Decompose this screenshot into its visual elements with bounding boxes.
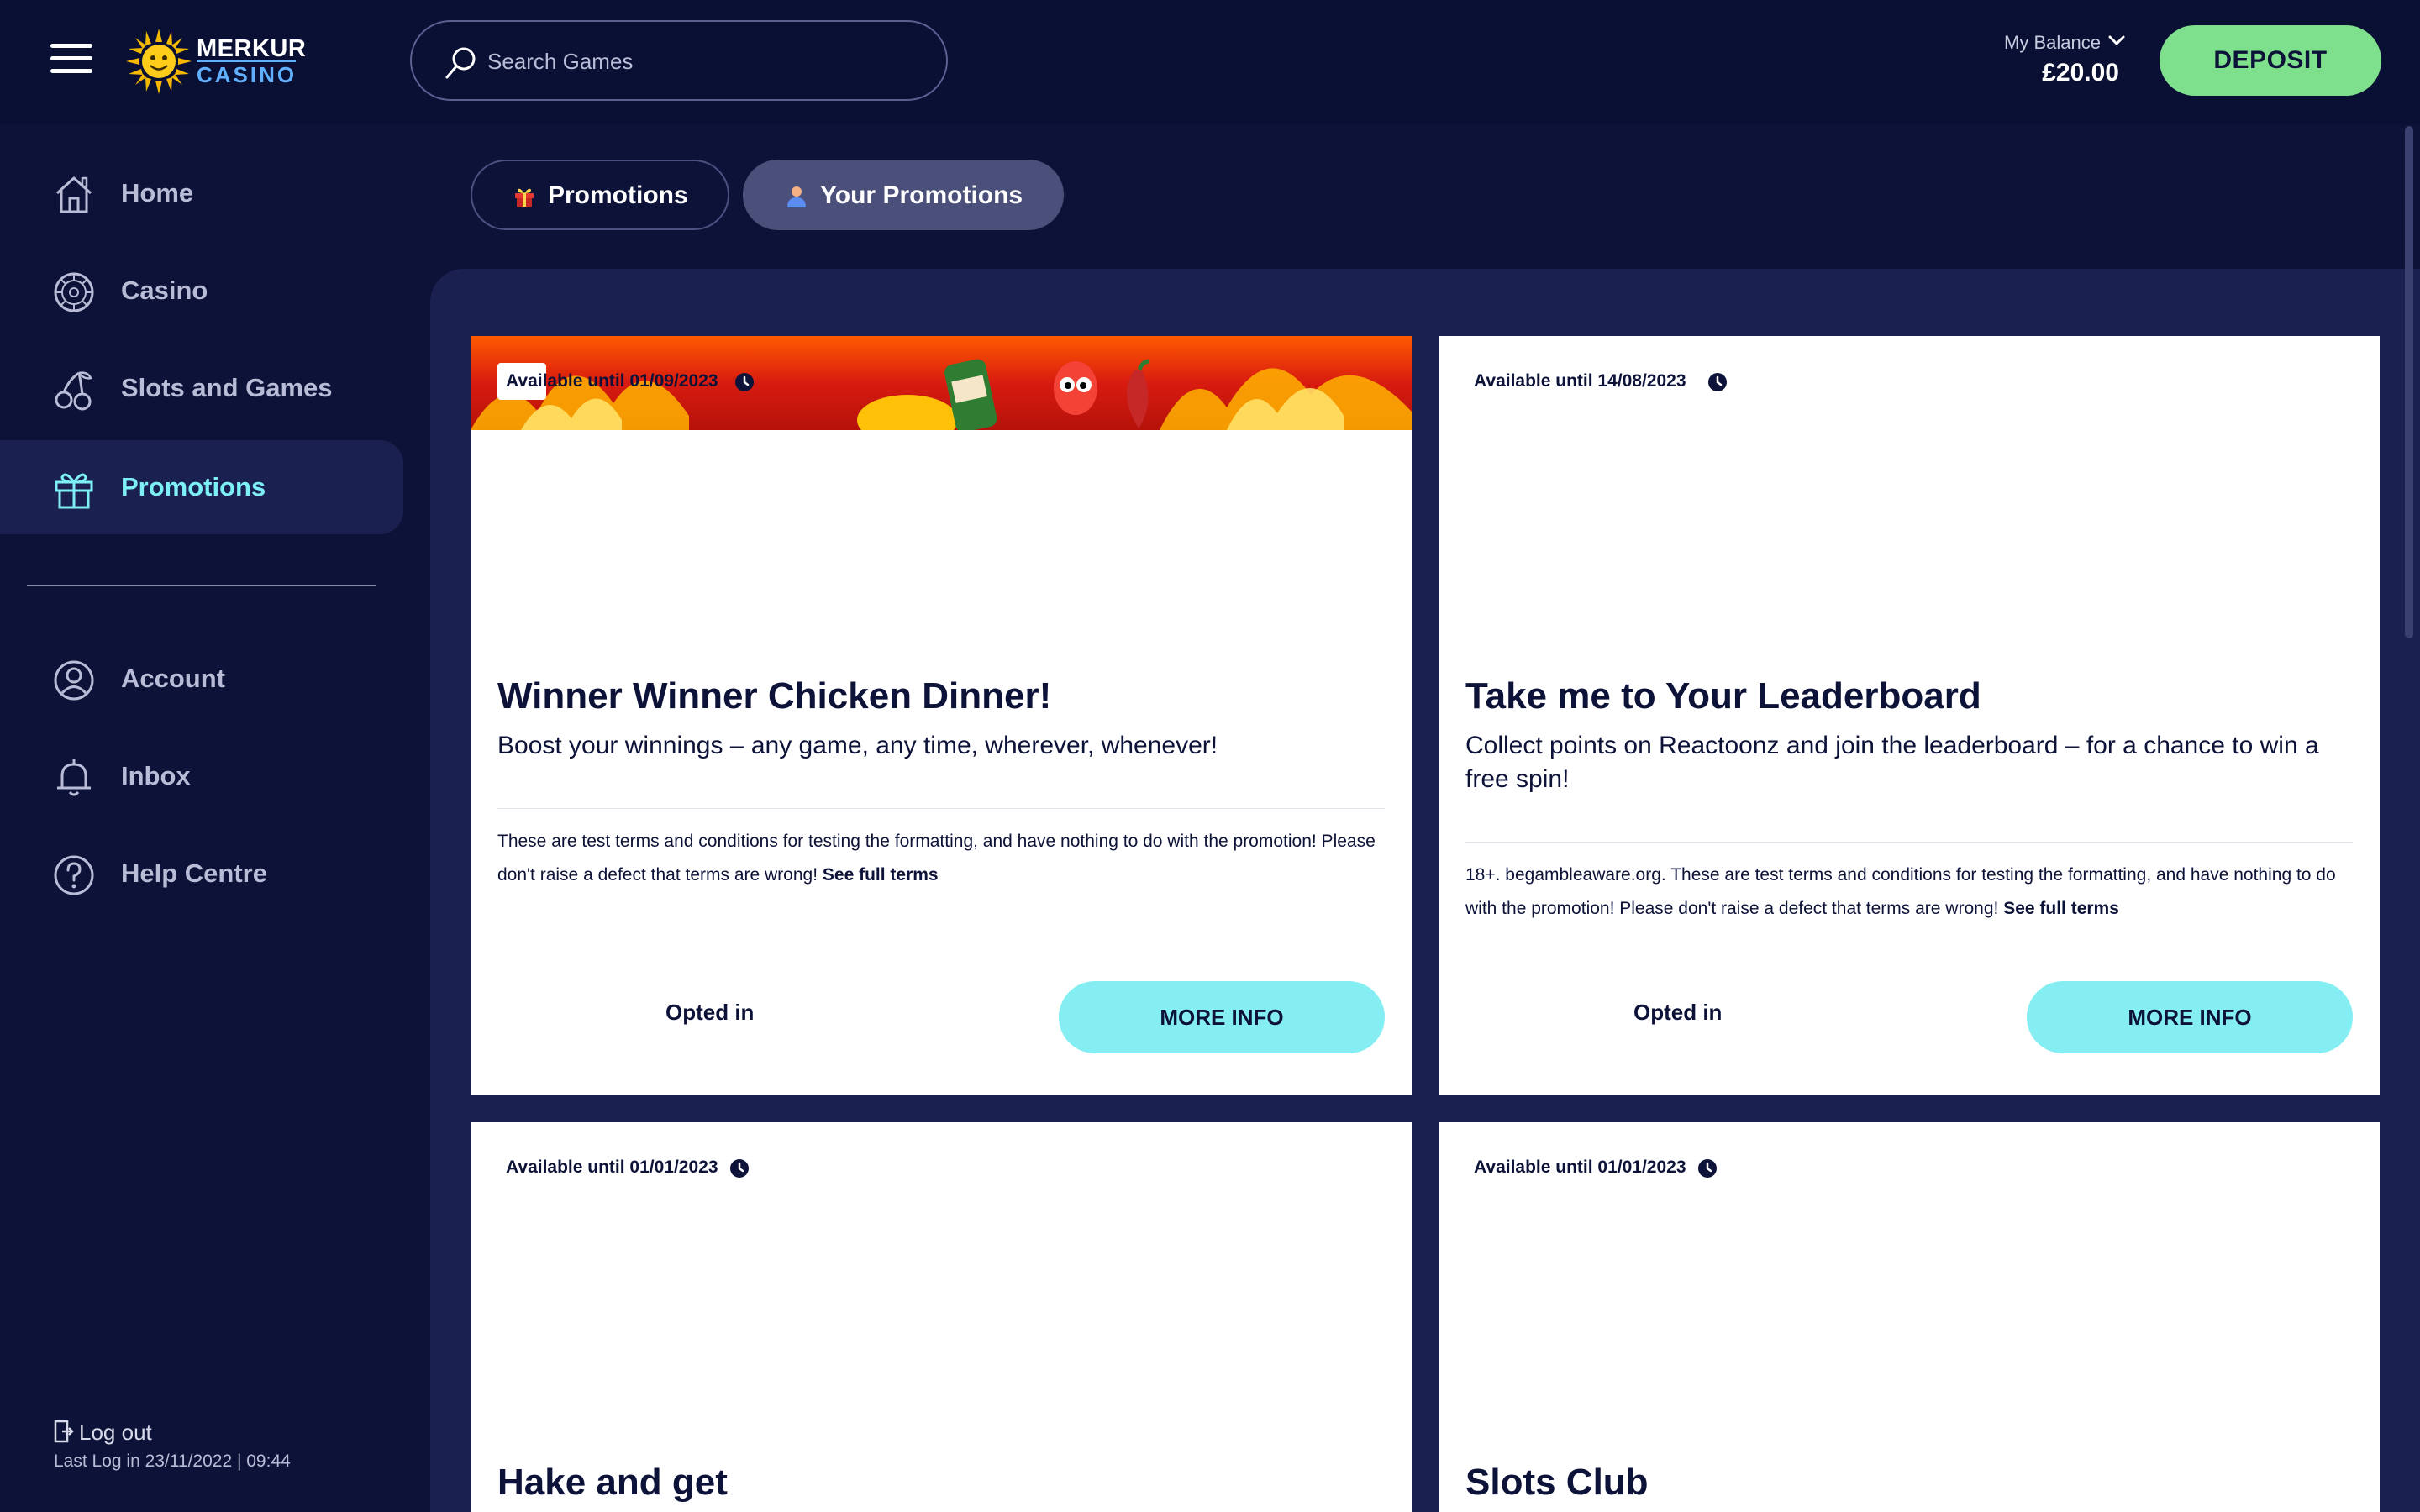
tab-label: Your Promotions — [820, 181, 1023, 209]
terms-text: 18+. begambleaware.org. These are test t… — [1465, 865, 2336, 918]
gift-icon — [515, 188, 534, 207]
person-icon — [787, 186, 806, 207]
sidebar-item-casino[interactable]: Casino — [0, 244, 403, 338]
bell-icon — [57, 759, 91, 796]
sidebar-item-help-centre[interactable]: Help Centre — [0, 827, 403, 921]
see-full-terms-link[interactable]: See full terms — [2003, 899, 2119, 918]
availability-badge: Available until 01/01/2023 — [497, 1149, 749, 1186]
tab-your-promotions[interactable]: Your Promotions — [743, 160, 1064, 230]
more-info-button[interactable]: MORE INFO — [2027, 981, 2353, 1053]
user-icon — [54, 660, 94, 701]
sidebar: Home Casino Slots and Games Promotions A… — [0, 124, 430, 1512]
top-header: MERKUR CASINO My Balance £20.00 DEPOSIT — [0, 0, 2420, 124]
card-divider — [1465, 842, 2353, 843]
app-root: MERKUR CASINO My Balance £20.00 DEPOSIT — [0, 0, 2420, 1512]
promotion-card: Available until 14/08/2023 Take me to Yo… — [1439, 336, 2380, 1095]
availability-text: Available until 01/01/2023 — [506, 1158, 718, 1177]
logo-text-merkur: MERKUR — [197, 35, 307, 62]
sidebar-item-label: Inbox — [121, 761, 191, 790]
sidebar-item-label: Home — [121, 178, 194, 207]
availability-text: Available until 14/08/2023 — [1474, 371, 1686, 391]
balance-label: My Balance — [2004, 32, 2101, 53]
promotion-terms: 18+. begambleaware.org. These are test t… — [1465, 858, 2356, 926]
sidebar-item-label: Slots and Games — [121, 373, 333, 402]
availability-badge: Available until 14/08/2023 — [1465, 363, 1727, 400]
availability-badge: Available until 01/09/2023 — [497, 363, 754, 400]
promotion-card: Available until 01/01/2023 Hake and get — [471, 1122, 1412, 1512]
hamburger-menu-icon[interactable] — [50, 40, 96, 77]
merkur-casino-logo[interactable]: MERKUR CASINO — [126, 29, 306, 94]
cherries-icon — [55, 371, 92, 411]
roulette-icon — [54, 272, 94, 312]
card-divider — [497, 808, 1385, 809]
search-icon — [445, 47, 476, 79]
sidebar-item-account[interactable]: Account — [0, 632, 403, 726]
promotion-subtitle: Collect points on Reactoonz and join the… — [1465, 732, 2319, 793]
clock-icon — [730, 1159, 749, 1178]
opted-in-status: Opted in — [1634, 1000, 1723, 1025]
home-icon — [55, 176, 92, 213]
promotion-card: Available until 01/09/2023 Winner Winner… — [471, 336, 1412, 1095]
balance-display[interactable]: My Balance £20.00 — [1958, 30, 2126, 97]
search-bar[interactable] — [410, 20, 948, 101]
sidebar-divider — [27, 585, 376, 586]
last-login-text: Last Log in 23/11/2022 | 09:44 — [54, 1452, 291, 1471]
more-info-button[interactable]: MORE INFO — [1059, 981, 1385, 1053]
availability-text: Available until 01/01/2023 — [1474, 1158, 1686, 1177]
logout-label: Log out — [79, 1420, 152, 1445]
sidebar-item-label: Casino — [121, 276, 208, 305]
promotion-title: Hake and get — [497, 1462, 728, 1503]
sidebar-item-label: Account — [121, 664, 225, 693]
sidebar-item-promotions[interactable]: Promotions — [0, 440, 403, 534]
see-full-terms-link[interactable]: See full terms — [823, 865, 939, 885]
sidebar-item-label: Help Centre — [121, 858, 267, 888]
logo-text-casino: CASINO — [197, 62, 297, 87]
gift-icon — [55, 473, 93, 509]
sidebar-item-label: Promotions — [121, 472, 266, 501]
chevron-down-icon[interactable] — [2107, 34, 2126, 47]
sun-logo-icon — [126, 29, 192, 94]
page-scrollbar[interactable] — [2405, 126, 2413, 638]
promotion-terms: These are test terms and conditions for … — [497, 825, 1388, 892]
tab-promotions[interactable]: Promotions — [471, 160, 729, 230]
opted-in-status: Opted in — [666, 1000, 755, 1025]
promotion-subtitle: Boost your winnings – any game, any time… — [497, 732, 1218, 759]
clock-icon — [1698, 1159, 1717, 1178]
sidebar-item-inbox[interactable]: Inbox — [0, 729, 403, 823]
logout-icon — [54, 1420, 74, 1443]
balance-value: £20.00 — [2042, 59, 2119, 87]
promotion-card: Available until 01/01/2023 Slots Club — [1439, 1122, 2380, 1512]
search-input[interactable] — [487, 40, 924, 82]
clock-icon — [735, 373, 754, 391]
promotion-title: Take me to Your Leaderboard — [1465, 675, 1981, 717]
logout-button[interactable]: Log out — [54, 1415, 222, 1448]
sidebar-item-home[interactable]: Home — [0, 146, 403, 240]
question-icon — [54, 855, 94, 895]
promotion-title: Winner Winner Chicken Dinner! — [497, 675, 1052, 717]
promotion-title: Slots Club — [1465, 1462, 1649, 1503]
sidebar-item-slots-and-games[interactable]: Slots and Games — [0, 341, 403, 435]
availability-badge: Available until 01/01/2023 — [1465, 1149, 1717, 1186]
deposit-button[interactable]: DEPOSIT — [2160, 25, 2381, 96]
availability-text: Available until 01/09/2023 — [506, 371, 718, 391]
clock-icon — [1708, 373, 1727, 391]
tab-label: Promotions — [548, 181, 688, 209]
